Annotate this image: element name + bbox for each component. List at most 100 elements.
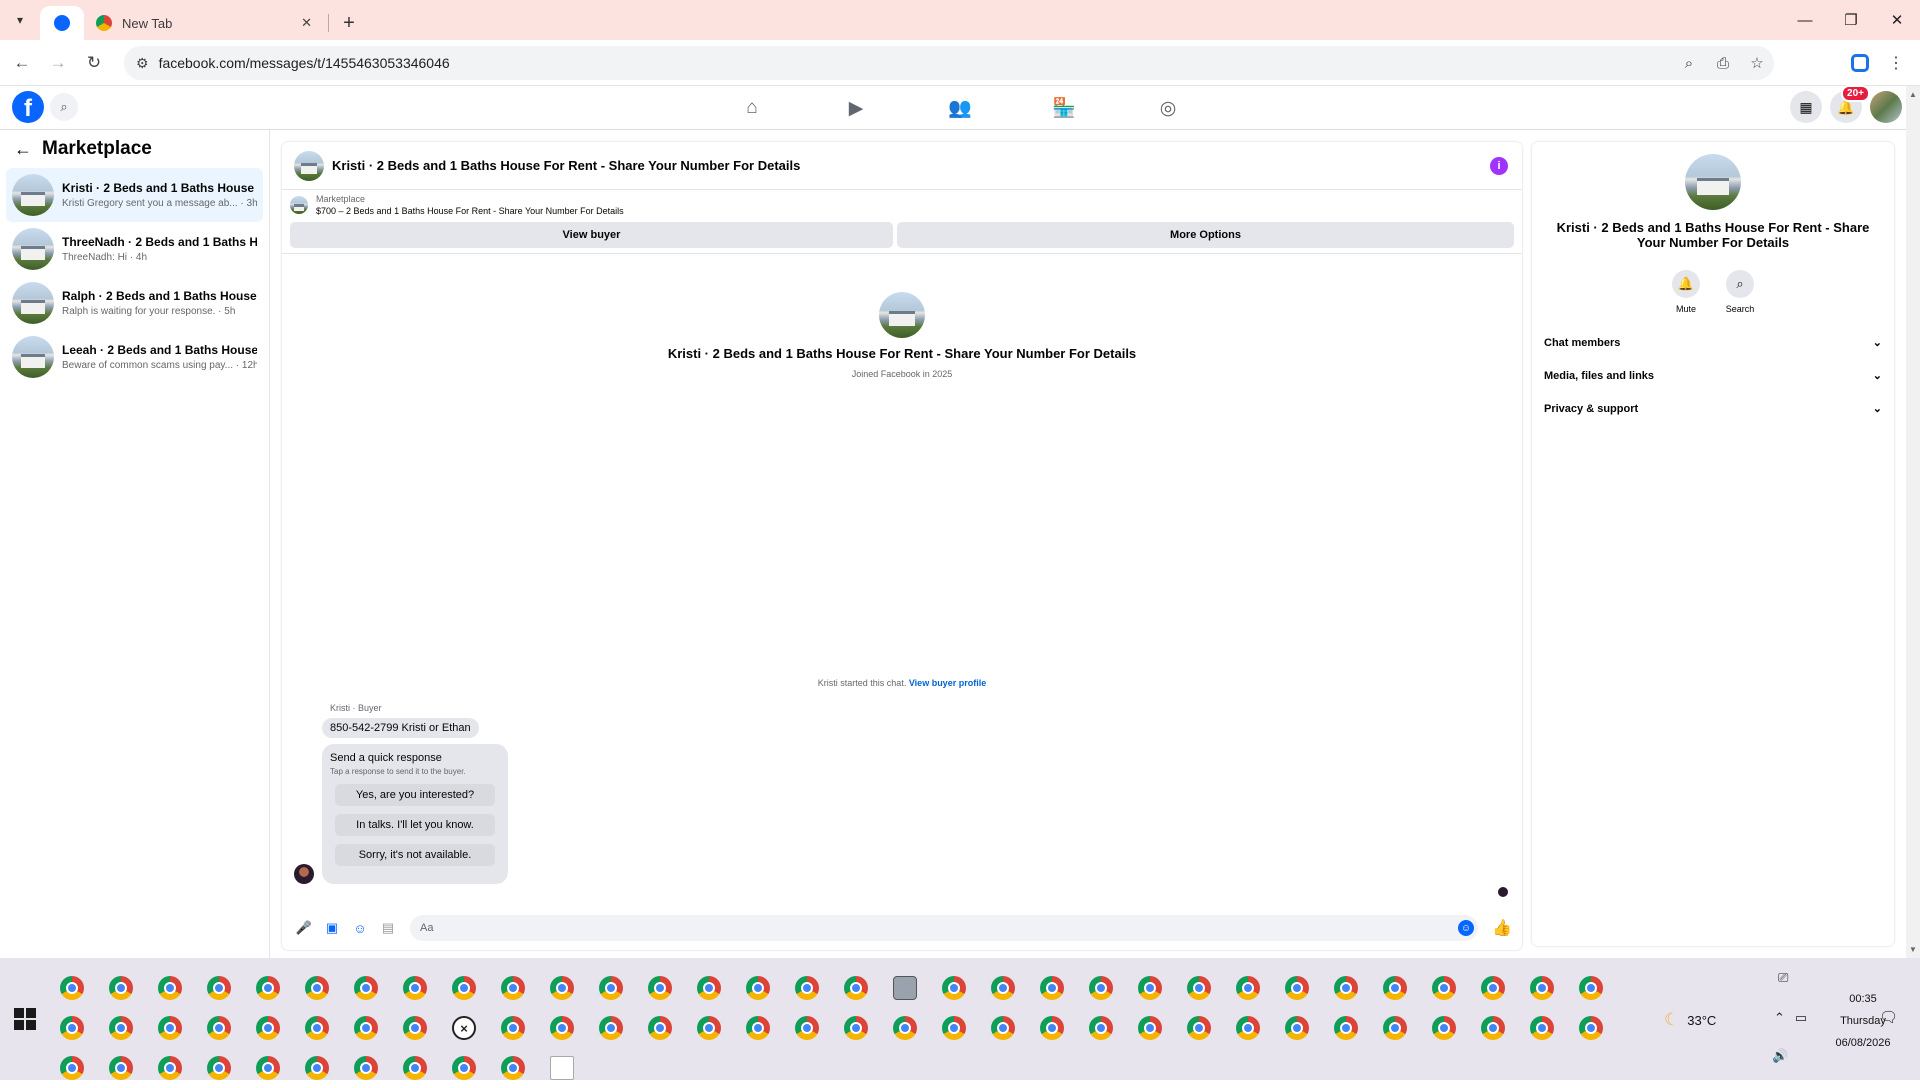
chrome-taskbar-icon[interactable]: [550, 1016, 574, 1040]
quick-reply-button[interactable]: In talks. I'll let you know.: [335, 814, 495, 836]
chrome-taskbar-icon[interactable]: [942, 1016, 966, 1040]
chrome-taskbar-icon[interactable]: [1187, 976, 1211, 1000]
chrome-taskbar-icon[interactable]: [354, 976, 378, 1000]
conversation-item[interactable]: Ralph · 2 Beds and 1 Baths House ... Ral…: [6, 276, 263, 330]
chrome-taskbar-icon[interactable]: [60, 976, 84, 1000]
chrome-taskbar-icon[interactable]: [501, 976, 525, 1000]
chrome-taskbar-icon[interactable]: [256, 976, 280, 1000]
conversation-item[interactable]: Kristi · 2 Beds and 1 Baths House F... K…: [6, 168, 263, 222]
chrome-taskbar-icon[interactable]: [1481, 1016, 1505, 1040]
chrome-menu-icon[interactable]: ⋮: [1878, 45, 1914, 81]
view-buyer-profile-link[interactable]: View buyer profile: [909, 678, 986, 688]
search-icon[interactable]: ⌕: [50, 93, 78, 121]
chrome-taskbar-icon[interactable]: [1579, 1016, 1603, 1040]
chrome-taskbar-icon[interactable]: [795, 1016, 819, 1040]
menu-grid-icon[interactable]: ▦: [1790, 91, 1822, 123]
search-icon[interactable]: ⌕: [1726, 270, 1754, 298]
chrome-taskbar-icon[interactable]: [109, 976, 133, 1000]
network-icon[interactable]: ▭: [1795, 1010, 1807, 1026]
chrome-taskbar-icon[interactable]: [207, 1016, 231, 1040]
chrome-taskbar-icon[interactable]: [550, 976, 574, 1000]
chrome-taskbar-icon[interactable]: [1334, 976, 1358, 1000]
chrome-taskbar-icon[interactable]: [1236, 976, 1260, 1000]
tab-facebook[interactable]: [40, 6, 84, 40]
tray-chevron-up-icon[interactable]: ⌃: [1774, 1010, 1785, 1026]
quick-reply-button[interactable]: Yes, are you interested?: [335, 784, 495, 806]
chrome-taskbar-icon[interactable]: [305, 1016, 329, 1040]
chrome-taskbar-icon[interactable]: [1236, 1016, 1260, 1040]
mute-action[interactable]: 🔔 Mute: [1670, 270, 1702, 314]
chrome-taskbar-icon[interactable]: [158, 1016, 182, 1040]
chrome-taskbar-icon[interactable]: [844, 1016, 868, 1040]
chrome-taskbar-icon[interactable]: [746, 976, 770, 1000]
chrome-taskbar-icon[interactable]: [1138, 976, 1162, 1000]
friends-icon[interactable]: 👥: [908, 86, 1012, 130]
chrome-taskbar-icon[interactable]: [207, 976, 231, 1000]
page-scrollbar[interactable]: ▲ ▼: [1906, 86, 1920, 958]
chrome-taskbar-icon[interactable]: [1040, 1016, 1064, 1040]
more-options-button[interactable]: More Options: [897, 222, 1514, 248]
privacy-support-section[interactable]: Privacy & support ⌄: [1532, 392, 1894, 425]
gif-icon[interactable]: ▤: [374, 920, 402, 936]
chrome-taskbar-icon[interactable]: [1481, 976, 1505, 1000]
chrome-taskbar-icon[interactable]: [1432, 1016, 1456, 1040]
media-files-section[interactable]: Media, files and links ⌄: [1532, 359, 1894, 392]
account-avatar[interactable]: [1870, 91, 1902, 123]
profile-icon[interactable]: [1842, 45, 1878, 81]
app-x-icon[interactable]: ×: [452, 1016, 476, 1040]
message-input[interactable]: Aa ☺: [410, 915, 1478, 941]
notifications-bell-icon[interactable]: 🔔 20+: [1830, 85, 1870, 123]
chrome-taskbar-icon[interactable]: [1334, 1016, 1358, 1040]
tab-search-chevron-icon[interactable]: ▾: [0, 0, 40, 40]
chrome-taskbar-icon[interactable]: [256, 1016, 280, 1040]
chrome-taskbar-icon[interactable]: [403, 1056, 427, 1080]
chrome-taskbar-icon[interactable]: [256, 1056, 280, 1080]
chrome-taskbar-icon[interactable]: [1187, 1016, 1211, 1040]
chrome-taskbar-icon[interactable]: [697, 1016, 721, 1040]
chat-avatar[interactable]: [294, 150, 324, 181]
chrome-taskbar-icon[interactable]: [60, 1016, 84, 1040]
chrome-taskbar-icon[interactable]: [1579, 976, 1603, 1000]
url-text[interactable]: facebook.com/messages/t/1455463053346046: [159, 55, 450, 71]
chrome-taskbar-icon[interactable]: [1089, 1016, 1113, 1040]
info-icon[interactable]: i: [1490, 157, 1508, 175]
thumbs-up-icon[interactable]: 👍: [1492, 918, 1512, 938]
chrome-taskbar-icon[interactable]: [158, 976, 182, 1000]
chrome-taskbar-icon[interactable]: [109, 1056, 133, 1080]
video-icon[interactable]: ▶: [804, 86, 908, 130]
bookmark-star-icon[interactable]: ☆: [1740, 54, 1774, 72]
chrome-taskbar-icon[interactable]: [1089, 976, 1113, 1000]
chrome-taskbar-icon[interactable]: [599, 976, 623, 1000]
volume-icon[interactable]: 🔊: [1772, 1048, 1788, 1064]
bell-icon[interactable]: 🔔: [1672, 270, 1700, 298]
chrome-taskbar-icon[interactable]: [501, 1056, 525, 1080]
chrome-taskbar-icon[interactable]: [893, 1016, 917, 1040]
chrome-taskbar-icon[interactable]: [746, 1016, 770, 1040]
chrome-taskbar-icon[interactable]: [697, 976, 721, 1000]
chrome-taskbar-icon[interactable]: [60, 1056, 84, 1080]
chrome-taskbar-icon[interactable]: [844, 976, 868, 1000]
restore-icon[interactable]: ❐: [1828, 0, 1874, 40]
microphone-icon[interactable]: 🎤: [290, 920, 318, 936]
marketplace-listing-bar[interactable]: Marketplace $700 – 2 Beds and 1 Baths Ho…: [282, 190, 1522, 220]
notification-center-icon[interactable]: 🗨: [1879, 1008, 1898, 1026]
site-info-icon[interactable]: ⚙: [136, 55, 149, 72]
search-action[interactable]: ⌕ Search: [1724, 270, 1756, 314]
weather-widget[interactable]: ☾ 33°C: [1664, 1010, 1716, 1030]
chrome-taskbar-icon[interactable]: [1383, 976, 1407, 1000]
chrome-taskbar-icon[interactable]: [1138, 1016, 1162, 1040]
scroll-up-icon[interactable]: ▲: [1906, 90, 1920, 99]
chrome-taskbar-icon[interactable]: [354, 1056, 378, 1080]
chrome-taskbar-icon[interactable]: [354, 1016, 378, 1040]
chrome-taskbar-icon[interactable]: [1040, 976, 1064, 1000]
profile-avatar[interactable]: [879, 292, 925, 338]
back-arrow-icon[interactable]: ←: [14, 139, 32, 160]
chat-members-section[interactable]: Chat members ⌄: [1532, 326, 1894, 359]
scroll-down-icon[interactable]: ▼: [1906, 945, 1920, 954]
file-app-icon[interactable]: [550, 1056, 574, 1080]
sticker-icon[interactable]: ☺: [346, 921, 374, 936]
chrome-taskbar-icon[interactable]: [403, 976, 427, 1000]
meet-now-icon[interactable]: ⎚: [1778, 970, 1788, 986]
conversation-item[interactable]: Leeah · 2 Beds and 1 Baths House ... Bew…: [6, 330, 263, 384]
chrome-taskbar-icon[interactable]: [452, 1056, 476, 1080]
